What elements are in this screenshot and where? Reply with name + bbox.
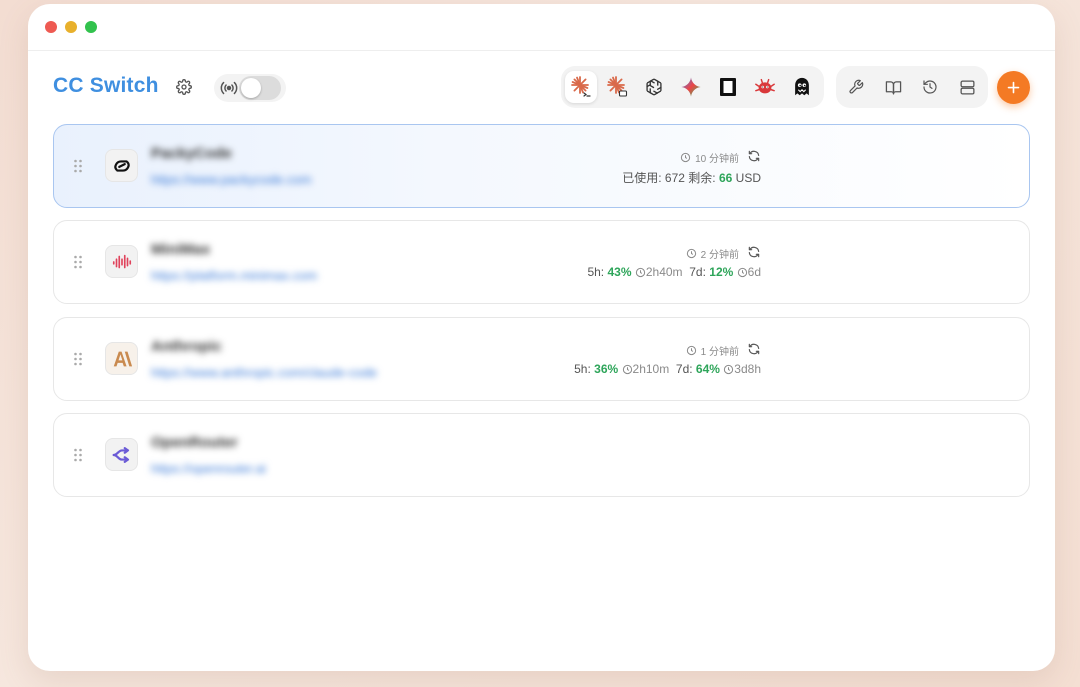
drag-handle-icon[interactable] bbox=[73, 158, 83, 174]
app-gemini-button[interactable] bbox=[675, 71, 707, 103]
last-updated-text: 2 分钟前 bbox=[700, 250, 739, 261]
ghost-icon bbox=[795, 77, 809, 96]
clock-icon bbox=[680, 152, 691, 163]
drag-handle-icon[interactable] bbox=[73, 351, 83, 367]
clock-icon bbox=[635, 267, 645, 277]
refresh-icon[interactable] bbox=[747, 342, 761, 356]
tools-button[interactable] bbox=[840, 71, 872, 103]
provider-card[interactable]: MiniMax https://platform.minimax.com 2 分… bbox=[53, 220, 1030, 304]
settings-button[interactable] bbox=[173, 76, 195, 98]
remaining-label: 剩余: bbox=[688, 171, 716, 185]
limit-7d-label: 7d: bbox=[675, 362, 693, 376]
limit-7d-value: 12% bbox=[709, 265, 734, 279]
add-provider-button[interactable] bbox=[997, 71, 1030, 104]
clock-icon bbox=[686, 345, 696, 356]
clock-icon bbox=[686, 248, 696, 259]
provider-name: MiniMax bbox=[151, 241, 211, 258]
drag-handle-icon[interactable] bbox=[73, 254, 83, 270]
book-icon bbox=[885, 80, 901, 95]
app-terminal-button[interactable] bbox=[712, 71, 744, 103]
minimax-icon bbox=[112, 254, 131, 268]
gear-icon bbox=[176, 79, 192, 95]
usage-summary: 已使用: 672 剩余: 66 USD bbox=[622, 169, 761, 186]
limit-7d-reset: 6d bbox=[747, 265, 761, 279]
openrouter-icon bbox=[112, 446, 129, 463]
last-updated: 10 分钟前 bbox=[680, 150, 739, 165]
provider-url[interactable]: https://platform.minimax.com bbox=[151, 268, 317, 283]
broadcast-icon bbox=[220, 81, 238, 95]
provider-url[interactable]: https://openrouter.ai bbox=[151, 461, 266, 476]
wrench-icon bbox=[849, 79, 864, 94]
app-claude-desktop-button[interactable] bbox=[601, 71, 633, 103]
provider-name: PackyCode bbox=[151, 145, 232, 162]
proxy-toggle[interactable] bbox=[239, 76, 281, 100]
remaining-value: 66 bbox=[718, 170, 733, 185]
provider-card[interactable]: OpenRouter https://openrouter.ai bbox=[53, 413, 1030, 497]
server-icon bbox=[959, 79, 975, 95]
docs-button[interactable] bbox=[877, 71, 909, 103]
claude-code-icon bbox=[571, 76, 591, 97]
refresh-icon[interactable] bbox=[747, 245, 761, 259]
refresh-icon[interactable] bbox=[747, 149, 761, 163]
plus-icon bbox=[1007, 81, 1020, 94]
limit-5h-label: 5h: bbox=[587, 265, 605, 279]
provider-url[interactable]: https://www.packycode.com bbox=[151, 172, 311, 187]
app-openai-button[interactable] bbox=[638, 71, 670, 103]
used-label: 已使用: bbox=[622, 171, 662, 185]
clock-icon bbox=[724, 364, 734, 374]
last-updated: 1 分钟前 bbox=[686, 343, 739, 358]
clock-icon bbox=[737, 267, 747, 277]
limit-7d-value: 64% bbox=[695, 362, 720, 376]
app-selector bbox=[561, 66, 824, 108]
rate-limits: 5h: 43% 2h40m 7d: 12% 6d bbox=[587, 265, 761, 279]
history-icon bbox=[923, 80, 937, 94]
limit-5h-reset: 2h40m bbox=[645, 265, 683, 279]
maximize-window-button[interactable] bbox=[85, 21, 97, 33]
last-updated: 2 分钟前 bbox=[686, 246, 739, 261]
bug-icon bbox=[755, 78, 775, 94]
terminal-icon bbox=[720, 78, 736, 96]
app-title: CC Switch bbox=[53, 74, 159, 97]
limit-5h-value: 43% bbox=[607, 265, 632, 279]
title-bar bbox=[28, 4, 1055, 51]
app-bug-button[interactable] bbox=[749, 71, 781, 103]
provider-logo bbox=[105, 149, 138, 182]
limit-7d-reset: 3d8h bbox=[734, 362, 761, 376]
app-window: CC Switch PackyCode https://www.packycod… bbox=[28, 4, 1055, 671]
provider-name: Anthropic bbox=[151, 338, 222, 355]
provider-url[interactable]: https://www.anthropic.com/claude-code bbox=[151, 365, 377, 380]
anthropic-icon bbox=[113, 351, 132, 366]
provider-logo bbox=[105, 438, 138, 471]
limit-5h-reset: 2h10m bbox=[632, 362, 670, 376]
provider-card[interactable]: PackyCode https://www.packycode.com 10 分… bbox=[53, 124, 1030, 208]
action-toolbar bbox=[836, 66, 988, 108]
provider-logo bbox=[105, 245, 138, 278]
provider-card[interactable]: Anthropic https://www.anthropic.com/clau… bbox=[53, 317, 1030, 401]
last-updated-text: 10 分钟前 bbox=[695, 154, 739, 165]
limit-5h-value: 36% bbox=[594, 362, 619, 376]
gemini-icon bbox=[681, 77, 701, 97]
proxy-control bbox=[214, 74, 286, 102]
app-claude-code-button[interactable] bbox=[565, 71, 597, 103]
currency-unit: USD bbox=[735, 170, 761, 185]
history-button[interactable] bbox=[914, 71, 946, 103]
clock-icon bbox=[622, 364, 632, 374]
drag-handle-icon[interactable] bbox=[73, 447, 83, 463]
close-window-button[interactable] bbox=[45, 21, 57, 33]
toggle-knob bbox=[241, 78, 261, 98]
packycode-icon bbox=[113, 159, 130, 172]
minimize-window-button[interactable] bbox=[65, 21, 77, 33]
rate-limits: 5h: 36% 2h10m 7d: 64% 3d8h bbox=[574, 362, 761, 376]
app-ghost-button[interactable] bbox=[786, 71, 818, 103]
servers-button[interactable] bbox=[951, 71, 983, 103]
provider-logo bbox=[105, 342, 138, 375]
openai-icon bbox=[646, 78, 662, 96]
provider-name: OpenRouter bbox=[151, 434, 238, 451]
claude-desktop-icon bbox=[607, 76, 628, 97]
used-value: 672 bbox=[664, 170, 685, 185]
limit-7d-label: 7d: bbox=[689, 265, 706, 279]
last-updated-text: 1 分钟前 bbox=[700, 347, 739, 358]
limit-5h-label: 5h: bbox=[574, 362, 591, 376]
